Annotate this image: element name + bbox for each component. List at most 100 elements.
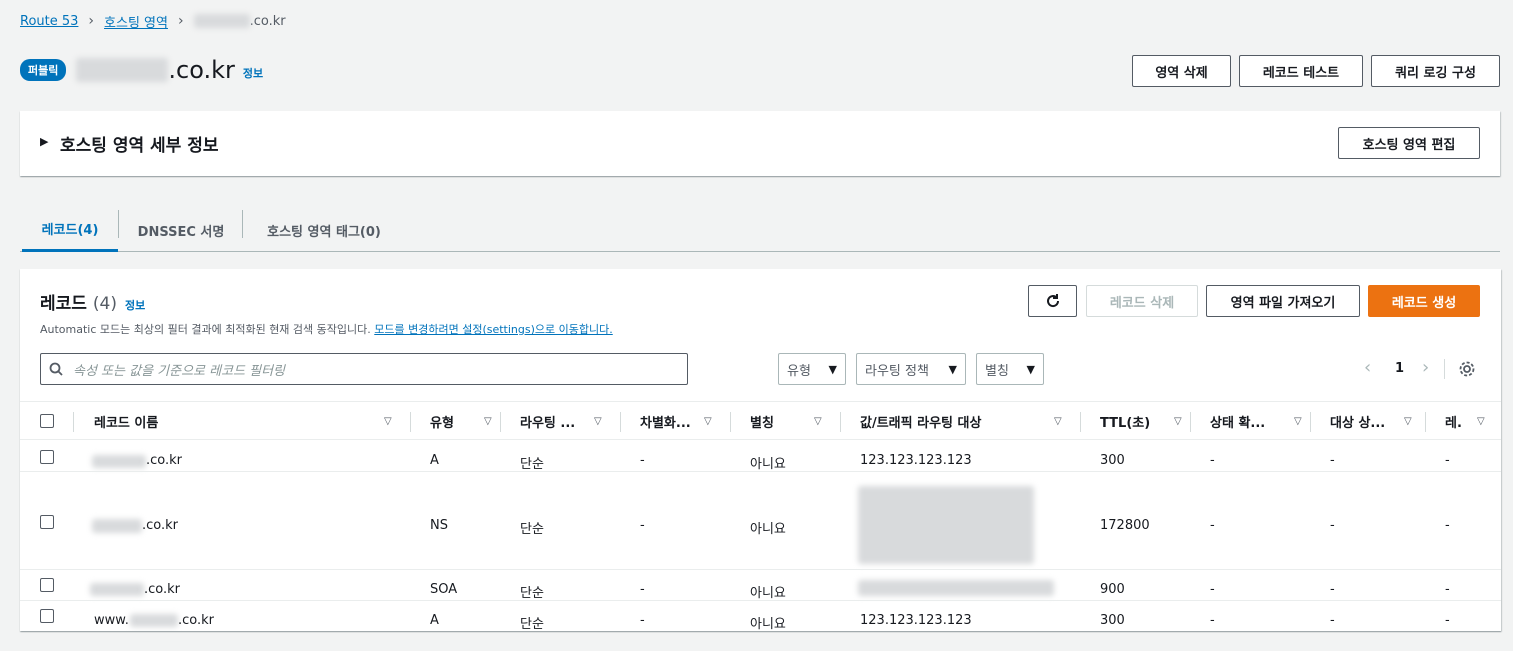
- table-row[interactable]: .co.kr NS 단순 - 아니요 172800 - - -: [20, 472, 1501, 569]
- column-header-alias[interactable]: 별칭 ▽: [750, 402, 822, 440]
- routing-filter-select[interactable]: 라우팅 정책 ▼: [856, 353, 966, 385]
- records-title: 레코드: [40, 294, 87, 314]
- caret-down-icon: ▼: [1026, 362, 1035, 376]
- row-checkbox[interactable]: [40, 578, 54, 592]
- next-page-icon[interactable]: ›: [1422, 357, 1429, 378]
- column-divider: [840, 412, 841, 432]
- record-name: .co.kr: [142, 518, 179, 533]
- records-count: (4): [92, 294, 118, 314]
- column-header-name[interactable]: 레코드 이름 ▽: [94, 402, 392, 440]
- sort-icon[interactable]: ▽: [1404, 416, 1412, 427]
- record-alias: 아니요: [750, 457, 786, 472]
- type-filter-select[interactable]: 유형 ▼: [778, 353, 846, 385]
- column-header-health[interactable]: 상태 확... ▽: [1210, 402, 1302, 440]
- settings-link[interactable]: 모드를 변경하려면 설정(settings)으로 이동합니다.: [374, 323, 612, 336]
- record-id: -: [1445, 518, 1450, 533]
- record-health: -: [1210, 613, 1215, 628]
- chevron-right-icon: ›: [177, 13, 184, 29]
- delete-zone-button[interactable]: 영역 삭제: [1132, 55, 1231, 87]
- record-routing: 단순: [520, 586, 544, 601]
- expand-caret-icon[interactable]: ▶: [40, 135, 48, 148]
- record-routing: 단순: [520, 617, 544, 631]
- breadcrumb-hosted-zones[interactable]: 호스팅 영역: [104, 12, 168, 31]
- chevron-right-icon: ›: [88, 13, 95, 29]
- delete-record-button[interactable]: 레코드 삭제: [1086, 285, 1198, 317]
- tab-divider: [118, 210, 119, 238]
- column-header-type[interactable]: 유형 ▽: [430, 402, 492, 440]
- row-checkbox[interactable]: [40, 450, 54, 464]
- table-row[interactable]: .co.kr SOA 단순 - 아니요 900 - - -: [20, 570, 1501, 601]
- column-header-record-id[interactable]: 레. ▽: [1445, 402, 1485, 440]
- row-checkbox[interactable]: [40, 515, 54, 529]
- record-ttl: 900: [1100, 582, 1125, 597]
- table-row[interactable]: .co.kr A 단순 - 아니요 123.123.123.123 300 - …: [20, 441, 1501, 472]
- breadcrumb: Route 53 › 호스팅 영역 › .co.kr: [20, 12, 286, 31]
- refresh-button[interactable]: [1028, 285, 1077, 317]
- record-differentiator: -: [640, 582, 645, 597]
- record-routing: 단순: [520, 522, 544, 537]
- record-target: -: [1330, 518, 1335, 533]
- column-divider: [1425, 412, 1426, 432]
- record-name-prefix: www.: [94, 613, 129, 628]
- create-record-button[interactable]: 레코드 생성: [1368, 285, 1480, 317]
- test-record-button[interactable]: 레코드 테스트: [1239, 55, 1363, 87]
- record-id: -: [1445, 453, 1450, 468]
- sort-icon[interactable]: ▽: [814, 416, 822, 427]
- sort-icon[interactable]: ▽: [384, 416, 392, 427]
- alias-filter-select[interactable]: 별칭 ▼: [976, 353, 1044, 385]
- record-ttl: 172800: [1100, 518, 1150, 533]
- info-link[interactable]: 정보: [243, 65, 263, 81]
- record-differentiator: -: [640, 453, 645, 468]
- details-title[interactable]: 호스팅 영역 세부 정보: [60, 131, 219, 156]
- row-checkbox[interactable]: [40, 609, 54, 623]
- column-header-differentiator[interactable]: 차별화... ▽: [640, 402, 712, 440]
- search-placeholder: 속성 또는 값을 기준으로 레코드 필터링: [73, 363, 286, 379]
- record-differentiator: -: [640, 518, 645, 533]
- tab-records[interactable]: 레코드(4): [22, 208, 118, 252]
- record-value: 123.123.123.123: [860, 613, 972, 628]
- column-header-ttl[interactable]: TTL(초) ▽: [1100, 402, 1182, 440]
- query-logging-button[interactable]: 쿼리 로깅 구성: [1371, 55, 1500, 87]
- divider: [1444, 359, 1445, 379]
- record-health: -: [1210, 582, 1215, 597]
- records-table: 레코드 이름 ▽ 유형 ▽ 라우팅 ... ▽ 차별화... ▽ 별칭 ▽ 값/트래픽 라…: [20, 401, 1501, 631]
- sort-icon[interactable]: ▽: [484, 416, 492, 427]
- settings-gear-icon[interactable]: [1458, 360, 1476, 378]
- column-divider: [730, 412, 731, 432]
- sort-icon[interactable]: ▽: [1477, 416, 1485, 427]
- info-link[interactable]: 정보: [125, 297, 145, 313]
- caret-down-icon: ▼: [828, 362, 837, 376]
- caret-down-icon: ▼: [948, 362, 957, 376]
- record-type: NS: [430, 518, 448, 533]
- breadcrumb-route53[interactable]: Route 53: [20, 14, 78, 29]
- column-header-routing[interactable]: 라우팅 ... ▽: [520, 402, 602, 440]
- record-ttl: 300: [1100, 453, 1125, 468]
- record-alias: 아니요: [750, 586, 786, 601]
- records-panel: 레코드 (4) 정보 Automatic 모드는 최상의 필터 결과에 최적화된…: [20, 269, 1501, 631]
- redacted-value: [858, 486, 1034, 564]
- column-divider: [500, 412, 501, 432]
- tab-dnssec[interactable]: DNSSEC 서명: [120, 208, 242, 252]
- column-divider: [1310, 412, 1311, 432]
- import-zone-file-button[interactable]: 영역 파일 가져오기: [1206, 285, 1360, 317]
- sort-icon[interactable]: ▽: [1174, 416, 1182, 427]
- search-field[interactable]: 속성 또는 값을 기준으로 레코드 필터링: [40, 353, 688, 385]
- column-header-value[interactable]: 값/트래픽 라우팅 대상 ▽: [860, 402, 1062, 440]
- zone-name: .co.kr: [168, 56, 235, 84]
- redacted-domain: [90, 583, 144, 596]
- column-header-target-health[interactable]: 대상 상... ▽: [1330, 402, 1412, 440]
- redacted-domain: [193, 14, 250, 28]
- page-number[interactable]: 1: [1395, 361, 1404, 376]
- search-icon: [49, 362, 63, 376]
- sort-icon[interactable]: ▽: [594, 416, 602, 427]
- sort-icon[interactable]: ▽: [1054, 416, 1062, 427]
- prev-page-icon[interactable]: ‹: [1364, 357, 1371, 378]
- edit-zone-button[interactable]: 호스팅 영역 편집: [1338, 127, 1480, 159]
- table-row[interactable]: www. .co.kr A 단순 - 아니요 123.123.123.123 3…: [20, 601, 1501, 631]
- tab-tags[interactable]: 호스팅 영역 태그(0): [244, 208, 404, 252]
- column-divider: [620, 412, 621, 432]
- records-description: Automatic 모드는 최상의 필터 결과에 최적화된 현재 검색 동작입니…: [40, 323, 613, 336]
- sort-icon[interactable]: ▽: [1294, 416, 1302, 427]
- select-all-checkbox[interactable]: [40, 414, 54, 428]
- sort-icon[interactable]: ▽: [704, 416, 712, 427]
